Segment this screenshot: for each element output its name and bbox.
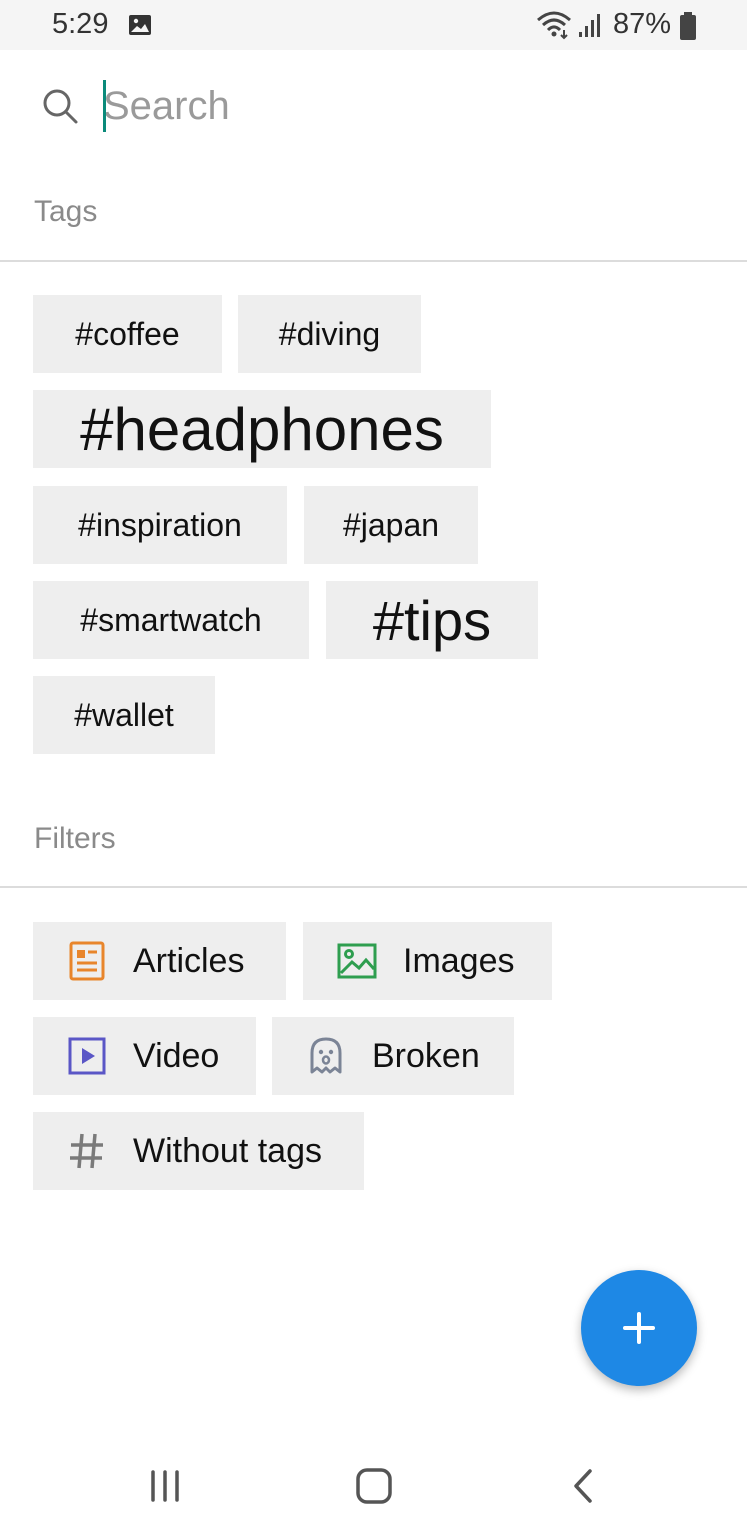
tag-chip-tips[interactable]: #tips: [326, 581, 538, 659]
filter-chip-broken[interactable]: Broken: [272, 1017, 514, 1095]
tag-chip-japan[interactable]: #japan: [304, 486, 478, 564]
recents-icon[interactable]: [148, 1469, 182, 1503]
ghost-icon: [310, 1037, 342, 1074]
tag-label: #coffee: [75, 315, 180, 352]
back-icon[interactable]: [570, 1468, 596, 1504]
tag-label: #smartwatch: [80, 601, 262, 638]
filter-label: Articles: [133, 941, 245, 980]
filter-chip-articles[interactable]: Articles: [33, 922, 286, 1000]
video-icon: [68, 1037, 106, 1075]
status-time: 5:29: [52, 8, 109, 40]
home-icon[interactable]: [355, 1467, 393, 1505]
tags-section-title: Tags: [34, 195, 98, 228]
filter-chip-without-tags[interactable]: Without tags: [33, 1112, 364, 1190]
filter-label: Images: [403, 941, 515, 980]
text-cursor: [103, 80, 106, 132]
filter-chip-video[interactable]: Video: [33, 1017, 256, 1095]
plus-icon: [623, 1312, 655, 1344]
tags-divider: [0, 260, 747, 262]
search-input[interactable]: [103, 78, 703, 134]
battery-percent: 87%: [613, 8, 672, 40]
search-bar: [0, 50, 747, 160]
article-icon: [69, 941, 105, 981]
image-icon: [337, 943, 377, 979]
filter-chip-images[interactable]: Images: [303, 922, 552, 1000]
filter-label: Broken: [372, 1036, 480, 1075]
tag-chip-coffee[interactable]: #coffee: [33, 295, 222, 373]
battery-icon: [680, 12, 696, 40]
tag-label: #japan: [342, 506, 440, 543]
tag-chip-wallet[interactable]: #wallet: [33, 676, 215, 754]
status-bar: 5:29 87%: [0, 0, 747, 50]
filters-section-title: Filters: [34, 822, 116, 855]
search-icon: [43, 89, 78, 124]
tag-label: #tips: [372, 588, 492, 652]
tag-label: #inspiration: [78, 506, 242, 543]
tag-label: #diving: [278, 315, 381, 352]
filters-divider: [0, 886, 747, 888]
tag-chip-smartwatch[interactable]: #smartwatch: [33, 581, 309, 659]
hash-icon: [70, 1133, 103, 1169]
system-nav-bar: [0, 1436, 747, 1536]
signal-icon: [579, 14, 600, 37]
gallery-icon: [129, 15, 151, 35]
add-button[interactable]: [581, 1270, 697, 1386]
filter-label: Video: [133, 1036, 220, 1075]
wifi-icon: [537, 11, 571, 40]
tag-chip-inspiration[interactable]: #inspiration: [33, 486, 287, 564]
filter-label: Without tags: [133, 1131, 322, 1170]
tag-label: #headphones: [80, 395, 444, 463]
tag-chip-diving[interactable]: #diving: [238, 295, 421, 373]
tag-label: #wallet: [74, 696, 174, 733]
tag-chip-headphones[interactable]: #headphones: [33, 390, 491, 468]
